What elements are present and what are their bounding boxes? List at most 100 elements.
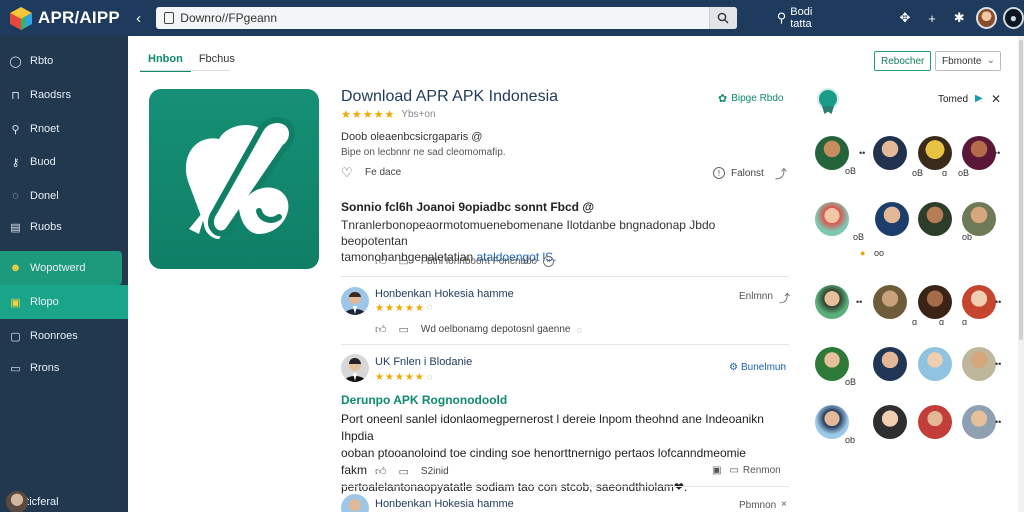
divider — [341, 344, 789, 345]
plus-icon[interactable]: + — [924, 9, 941, 27]
comment-icon[interactable]: ▭ — [399, 255, 409, 268]
more-icon[interactable]: •• — [995, 417, 1001, 427]
friend-avatar[interactable] — [815, 285, 849, 319]
thumbs-up-icon[interactable]: 👍︎ — [375, 255, 387, 268]
address-bar[interactable]: Downro//FPgeann — [156, 7, 737, 29]
comment-author[interactable]: Honbenkan Hokesia hamme — [375, 498, 514, 510]
tab-home[interactable]: Hnbon — [140, 50, 191, 72]
comment-icon[interactable]: ▭ — [399, 465, 409, 478]
friend-avatar[interactable] — [962, 285, 996, 319]
chat-icon[interactable]: ▭ — [729, 465, 738, 476]
top-search-icon[interactable]: ⚲ — [777, 10, 787, 26]
tab-focus[interactable]: Fbchus — [191, 50, 243, 72]
heart-icon[interactable]: ♡ — [341, 165, 353, 181]
avatar[interactable] — [341, 354, 369, 382]
sidebar-footer[interactable]: Rnoticferal — [6, 491, 59, 512]
sidebar-item-grid[interactable]: ▣ Rlopo — [0, 285, 128, 319]
avatar[interactable] — [975, 7, 997, 29]
page-icon — [164, 12, 175, 24]
friend-avatar[interactable] — [815, 405, 849, 439]
back-icon[interactable]: ‹ — [129, 8, 148, 28]
close-icon[interactable]: × — [781, 499, 787, 510]
thumbs-up-icon[interactable]: 👍︎ — [375, 465, 387, 478]
report-button[interactable]: ! Falonst — [713, 167, 764, 179]
sidebar-item-box[interactable]: ▢ Roonroes — [0, 319, 128, 353]
user-icon[interactable]: ● — [1002, 7, 1024, 29]
friend-avatar[interactable] — [873, 405, 907, 439]
more-icon[interactable]: •• — [995, 359, 1001, 369]
more-icon[interactable]: •• — [994, 148, 1000, 158]
avatar[interactable] — [341, 494, 369, 512]
close-icon[interactable]: ✕ — [991, 92, 1001, 106]
friend-tag: oB — [853, 232, 865, 242]
comment-icon[interactable]: ▭ — [399, 323, 409, 336]
rating-stars: ★★★★★ — [341, 109, 396, 121]
friend-avatar[interactable] — [875, 202, 909, 236]
friend-avatar[interactable] — [962, 347, 996, 381]
top-search-link[interactable]: Bodi tatta — [790, 6, 834, 30]
app-logo[interactable]: APR/AIPP — [0, 0, 125, 36]
friend-avatar[interactable] — [918, 202, 952, 236]
address-search-button[interactable] — [708, 7, 737, 29]
bug-icon[interactable]: ✥ — [896, 9, 913, 27]
tabs-divider — [140, 70, 230, 71]
friend-avatar[interactable] — [962, 202, 996, 236]
sidebar-item-list[interactable]: ▤ Ruobs — [0, 210, 128, 244]
comment-meta: 👍︎ ▭ Wd oelbonamg depotosnl gaenne ◌ — [375, 323, 582, 336]
reply-icon[interactable]: ◌ — [576, 325, 581, 335]
friend-avatar[interactable] — [873, 285, 907, 319]
search-icon — [717, 12, 729, 24]
friend-avatar[interactable] — [815, 136, 849, 170]
top-badge[interactable]: ✿ Bipge Rbdo — [718, 92, 783, 105]
friend-avatar[interactable] — [873, 347, 907, 381]
top-right-controls: ⚲ Bodi tatta ✥ + ✱ ● — [777, 6, 1024, 30]
post-body-line1: Tnranlerbonopeaormotomuenebomenane Ilotd… — [341, 218, 716, 248]
more-icon[interactable]: ɑ — [939, 317, 944, 327]
sidebar-item-key[interactable]: ⚷ Buod — [0, 145, 128, 179]
more-icon[interactable]: ɑ — [912, 317, 917, 327]
more-icon[interactable]: ɑ — [962, 317, 967, 327]
brush-logo-icon — [185, 117, 295, 239]
settings-icon[interactable]: ✱ — [951, 9, 968, 27]
person-avatar-icon — [341, 354, 369, 382]
comment-author[interactable]: UK Fnlen i Blodanie — [375, 356, 472, 368]
share-icon[interactable]: ⤴ — [775, 165, 787, 182]
friend-avatar[interactable] — [815, 202, 849, 236]
friend-avatar[interactable] — [962, 136, 996, 170]
scrollbar-thumb[interactable] — [1019, 40, 1023, 340]
person-avatar-icon — [341, 494, 369, 512]
friend-avatar[interactable] — [918, 405, 952, 439]
comment-body-line1: Port oneenl sanlel idonlaomegpernerost l… — [341, 412, 764, 443]
badge-icon: ✿ — [718, 93, 728, 105]
friend-avatar[interactable] — [918, 136, 952, 170]
comment-report-label[interactable]: Renmon — [743, 465, 781, 476]
sidebar-item-featured[interactable]: ☻ Wopotwerd — [0, 251, 122, 285]
friend-avatar[interactable] — [962, 405, 996, 439]
sidebar-item-chat[interactable]: ◌ Donel — [0, 179, 128, 213]
favorite-label[interactable]: Fe dace — [365, 167, 401, 178]
avatar[interactable] — [341, 287, 369, 315]
sidebar-item-note[interactable]: ▭ Rrons — [0, 351, 128, 385]
action-button[interactable]: Rebocher — [874, 51, 932, 71]
friend-avatar[interactable] — [873, 136, 907, 170]
more-icon[interactable]: •• — [856, 297, 862, 307]
more-icon[interactable]: ɑ — [942, 168, 947, 178]
chevron-down-icon: ⌄ — [986, 55, 995, 66]
friend-avatar[interactable] — [918, 347, 952, 381]
sidebar-item-home[interactable]: ◯ Rbto — [0, 44, 128, 78]
sidebar-item-search[interactable]: ⚲ Rnoet — [0, 112, 128, 146]
comment-author[interactable]: Honbenkan Hokesia hamme — [375, 288, 514, 300]
friend-avatar[interactable] — [815, 347, 849, 381]
flag-icon[interactable]: ▣ — [712, 465, 721, 476]
play-icon[interactable]: ▶ — [975, 93, 983, 104]
friend-avatar[interactable] — [918, 285, 952, 319]
close-icon[interactable]: × — [543, 256, 555, 267]
share-icon[interactable]: ⤴ — [779, 290, 790, 306]
sidebar-item-library[interactable]: ⊓ Raodsrs — [0, 78, 128, 112]
sidebar-item-label: Ruobs — [30, 221, 62, 233]
sort-select[interactable]: Fbmonte ⌄ — [935, 51, 1001, 71]
refresh-icon[interactable]: ◌ — [779, 361, 785, 372]
thumbs-up-icon[interactable]: 👍︎ — [375, 323, 387, 336]
more-icon[interactable]: •• — [995, 297, 1001, 307]
more-icon[interactable]: •• — [859, 148, 865, 158]
